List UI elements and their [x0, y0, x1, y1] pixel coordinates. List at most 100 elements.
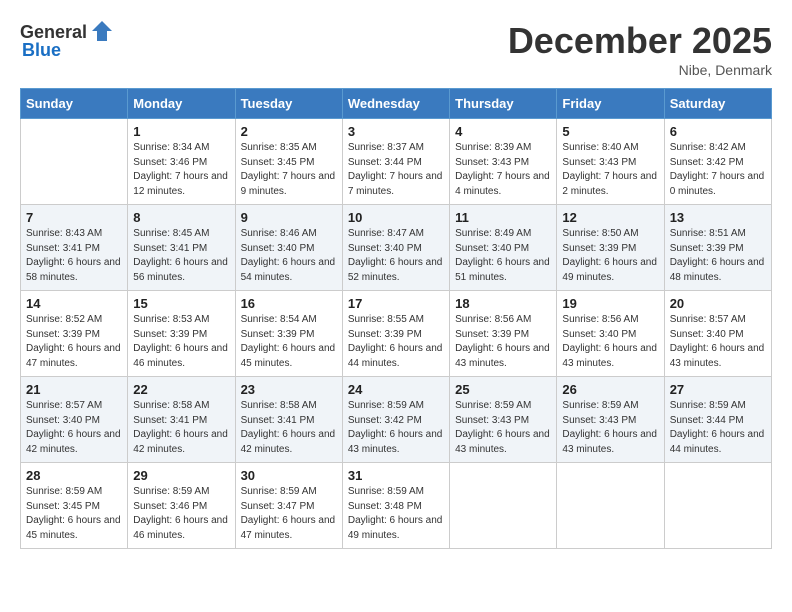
sunset-text: Sunset: 3:45 PM [26, 501, 100, 512]
sunset-text: Sunset: 3:39 PM [348, 329, 422, 340]
daylight-text: Daylight: 7 hours and 7 minutes. [348, 171, 443, 197]
sunset-text: Sunset: 3:41 PM [241, 415, 315, 426]
day-number: 4 [455, 124, 551, 139]
day-number: 28 [26, 468, 122, 483]
calendar-cell: 12Sunrise: 8:50 AMSunset: 3:39 PMDayligh… [557, 205, 664, 291]
sunrise-text: Sunrise: 8:54 AM [241, 314, 317, 325]
daylight-text: Daylight: 6 hours and 56 minutes. [133, 257, 228, 283]
day-number: 2 [241, 124, 337, 139]
cell-content: Sunrise: 8:52 AMSunset: 3:39 PMDaylight:… [26, 313, 122, 371]
day-number: 26 [562, 382, 658, 397]
sunrise-text: Sunrise: 8:35 AM [241, 142, 317, 153]
cell-content: Sunrise: 8:46 AMSunset: 3:40 PMDaylight:… [241, 227, 337, 285]
calendar-cell: 10Sunrise: 8:47 AMSunset: 3:40 PMDayligh… [342, 205, 449, 291]
cell-content: Sunrise: 8:59 AMSunset: 3:46 PMDaylight:… [133, 485, 229, 543]
daylight-text: Daylight: 6 hours and 43 minutes. [670, 343, 765, 369]
sunset-text: Sunset: 3:39 PM [26, 329, 100, 340]
sunrise-text: Sunrise: 8:52 AM [26, 314, 102, 325]
sunset-text: Sunset: 3:40 PM [455, 243, 529, 254]
daylight-text: Daylight: 6 hours and 43 minutes. [455, 343, 550, 369]
day-number: 12 [562, 210, 658, 225]
calendar-table: SundayMondayTuesdayWednesdayThursdayFrid… [20, 88, 772, 549]
daylight-text: Daylight: 6 hours and 44 minutes. [348, 343, 443, 369]
calendar-cell: 21 Sunrise: 8:57 AMSunset: 3:40 PMDayligh… [21, 377, 128, 463]
sunrise-text: Sunrise: 8:53 AM [133, 314, 209, 325]
cell-content: Sunrise: 8:59 AMSunset: 3:43 PMDaylight:… [562, 399, 658, 457]
day-number: 5 [562, 124, 658, 139]
day-number: 21 [26, 382, 122, 397]
day-number: 3 [348, 124, 444, 139]
cell-content: Sunrise: 8:57 AMSunset: 3:40 PMDaylight:… [26, 399, 122, 457]
cell-content: Sunrise: 8:58 AMSunset: 3:41 PMDaylight:… [133, 399, 229, 457]
daylight-text: Daylight: 6 hours and 52 minutes. [348, 257, 443, 283]
calendar-cell: 26 Sunrise: 8:59 AMSunset: 3:43 PMDayligh… [557, 377, 664, 463]
sunrise-text: Sunrise: 8:40 AM [562, 142, 638, 153]
daylight-text: Daylight: 6 hours and 44 minutes. [670, 429, 765, 455]
sunrise-text: Sunrise: 8:39 AM [455, 142, 531, 153]
daylight-text: Daylight: 6 hours and 43 minutes. [455, 429, 550, 455]
daylight-text: Daylight: 6 hours and 49 minutes. [348, 515, 443, 541]
calendar-cell [557, 463, 664, 549]
sunset-text: Sunset: 3:39 PM [670, 243, 744, 254]
calendar-cell: 4Sunrise: 8:39 AMSunset: 3:43 PMDaylight… [450, 119, 557, 205]
day-number: 18 [455, 296, 551, 311]
weekday-header-thursday: Thursday [450, 89, 557, 119]
weekday-header-monday: Monday [128, 89, 235, 119]
day-number: 30 [241, 468, 337, 483]
sunset-text: Sunset: 3:46 PM [133, 501, 207, 512]
sunset-text: Sunset: 3:40 PM [26, 415, 100, 426]
daylight-text: Daylight: 6 hours and 43 minutes. [348, 429, 443, 455]
cell-content: Sunrise: 8:57 AMSunset: 3:40 PMDaylight:… [670, 313, 766, 371]
daylight-text: Daylight: 6 hours and 51 minutes. [455, 257, 550, 283]
sunrise-text: Sunrise: 8:56 AM [455, 314, 531, 325]
calendar-cell: 1Sunrise: 8:34 AMSunset: 3:46 PMDaylight… [128, 119, 235, 205]
daylight-text: Daylight: 6 hours and 47 minutes. [241, 515, 336, 541]
day-number: 22 [133, 382, 229, 397]
logo-icon [89, 18, 115, 44]
daylight-text: Daylight: 6 hours and 46 minutes. [133, 343, 228, 369]
sunset-text: Sunset: 3:43 PM [455, 157, 529, 168]
sunset-text: Sunset: 3:40 PM [241, 243, 315, 254]
sunrise-text: Sunrise: 8:59 AM [133, 486, 209, 497]
daylight-text: Daylight: 7 hours and 12 minutes. [133, 171, 228, 197]
sunrise-text: Sunrise: 8:55 AM [348, 314, 424, 325]
calendar-cell: 19Sunrise: 8:56 AMSunset: 3:40 PMDayligh… [557, 291, 664, 377]
day-number: 14 [26, 296, 122, 311]
sunset-text: Sunset: 3:46 PM [133, 157, 207, 168]
sunrise-text: Sunrise: 8:59 AM [670, 400, 746, 411]
calendar-cell [450, 463, 557, 549]
day-number: 10 [348, 210, 444, 225]
location: Nibe, Denmark [508, 62, 772, 78]
cell-content: Sunrise: 8:59 AMSunset: 3:48 PMDaylight:… [348, 485, 444, 543]
cell-content: Sunrise: 8:54 AMSunset: 3:39 PMDaylight:… [241, 313, 337, 371]
month-title: December 2025 [508, 20, 772, 62]
weekday-header-wednesday: Wednesday [342, 89, 449, 119]
daylight-text: Daylight: 6 hours and 49 minutes. [562, 257, 657, 283]
calendar-cell [21, 119, 128, 205]
sunset-text: Sunset: 3:45 PM [241, 157, 315, 168]
sunset-text: Sunset: 3:40 PM [562, 329, 636, 340]
sunrise-text: Sunrise: 8:46 AM [241, 228, 317, 239]
weekday-header-sunday: Sunday [21, 89, 128, 119]
calendar-cell: 3 Sunrise: 8:37 AMSunset: 3:44 PMDaylight… [342, 119, 449, 205]
sunrise-text: Sunrise: 8:58 AM [241, 400, 317, 411]
calendar-cell: 5Sunrise: 8:40 AMSunset: 3:43 PMDaylight… [557, 119, 664, 205]
calendar-cell: 22 Sunrise: 8:58 AMSunset: 3:41 PMDayligh… [128, 377, 235, 463]
sunset-text: Sunset: 3:43 PM [562, 157, 636, 168]
day-number: 25 [455, 382, 551, 397]
calendar-cell: 29Sunrise: 8:59 AMSunset: 3:46 PMDayligh… [128, 463, 235, 549]
daylight-text: Daylight: 6 hours and 42 minutes. [133, 429, 228, 455]
cell-content: Sunrise: 8:37 AMSunset: 3:44 PMDaylight:… [348, 141, 444, 199]
cell-content: Sunrise: 8:59 AMSunset: 3:43 PMDaylight:… [455, 399, 551, 457]
day-number: 7 [26, 210, 122, 225]
sunrise-text: Sunrise: 8:59 AM [562, 400, 638, 411]
day-number: 8 [133, 210, 229, 225]
sunset-text: Sunset: 3:39 PM [455, 329, 529, 340]
calendar-cell: 2Sunrise: 8:35 AMSunset: 3:45 PMDaylight… [235, 119, 342, 205]
calendar-cell: 9Sunrise: 8:46 AMSunset: 3:40 PMDaylight… [235, 205, 342, 291]
calendar-cell: 30Sunrise: 8:59 AMSunset: 3:47 PMDayligh… [235, 463, 342, 549]
day-number: 17 [348, 296, 444, 311]
logo-blue-text: Blue [22, 40, 61, 61]
cell-content: Sunrise: 8:34 AMSunset: 3:46 PMDaylight:… [133, 141, 229, 199]
cell-content: Sunrise: 8:51 AMSunset: 3:39 PMDaylight:… [670, 227, 766, 285]
